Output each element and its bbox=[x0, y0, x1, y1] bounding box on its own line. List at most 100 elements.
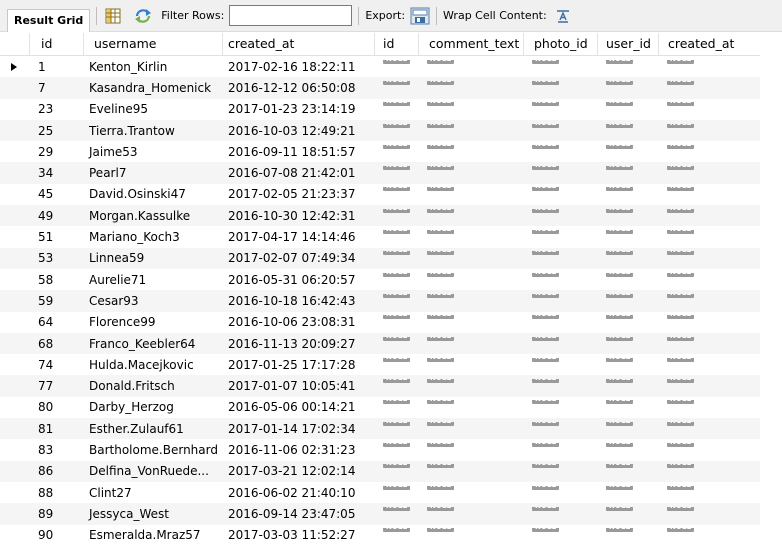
cell-comment-text[interactable]: NULL bbox=[419, 187, 524, 201]
cell-photo-id[interactable]: NULL bbox=[524, 230, 598, 244]
cell-created-at-2[interactable]: NULL bbox=[659, 208, 739, 223]
cell-id-2[interactable]: NULL bbox=[375, 400, 419, 414]
table-row[interactable]: 81Esther.Zulauf612017-01-14 17:02:34 NULL… bbox=[0, 418, 760, 440]
cell-created-at-2[interactable]: NULL bbox=[659, 315, 739, 329]
cell-created-at-2[interactable]: NULL bbox=[659, 379, 739, 393]
table-row[interactable]: 88Clint272016-06-02 21:40:10 NULL NULL NULL… bbox=[0, 482, 760, 503]
cell-comment-text[interactable]: NULL bbox=[419, 442, 524, 457]
table-row[interactable]: 64Florence992016-10-06 23:08:31 NULL NULL N… bbox=[0, 312, 760, 333]
cell-id[interactable]: 53 bbox=[30, 251, 84, 265]
cell-comment-text[interactable]: NULL bbox=[419, 251, 524, 265]
cell-id[interactable]: 88 bbox=[30, 486, 84, 500]
table-row[interactable]: 89Jessyca_West2016-09-14 23:47:05 NULL NUL… bbox=[0, 503, 760, 525]
cell-user-id[interactable]: NULL bbox=[598, 208, 659, 223]
column-header-id[interactable]: id bbox=[30, 33, 84, 55]
cell-created-at-2[interactable]: NULL bbox=[659, 166, 739, 180]
cell-created-at[interactable]: 2017-01-07 10:05:41 bbox=[223, 379, 375, 393]
cell-id-2[interactable]: NULL bbox=[375, 421, 419, 436]
cell-id[interactable]: 77 bbox=[30, 379, 84, 393]
cell-id[interactable]: 86 bbox=[30, 464, 84, 478]
cell-user-id[interactable]: NULL bbox=[598, 293, 659, 308]
cell-comment-text[interactable]: NULL bbox=[419, 315, 524, 329]
cell-user-id[interactable]: NULL bbox=[598, 187, 659, 201]
cell-id-2[interactable]: NULL bbox=[375, 166, 419, 180]
cell-photo-id[interactable]: NULL bbox=[524, 506, 598, 521]
cell-created-at-2[interactable]: NULL bbox=[659, 485, 739, 500]
cell-created-at[interactable]: 2017-03-03 11:52:27 bbox=[223, 528, 375, 542]
cell-created-at[interactable]: 2017-02-16 18:22:11 bbox=[223, 60, 375, 74]
cell-comment-text[interactable]: NULL bbox=[419, 421, 524, 436]
table-row[interactable]: 83 Bartholome.Bernhard 2016-11-06 02:31:23… bbox=[0, 439, 760, 460]
grid-view-button[interactable] bbox=[103, 6, 123, 26]
cell-created-at-2[interactable]: NULL bbox=[659, 400, 739, 414]
cell-created-at[interactable]: 2016-11-13 20:09:27 bbox=[223, 337, 375, 351]
cell-comment-text[interactable]: NULL bbox=[419, 379, 524, 393]
table-row[interactable]: 86 Delfina_VonRuede... 2017-03-21 12:02:14… bbox=[0, 460, 760, 482]
cell-created-at[interactable]: 2016-07-08 21:42:01 bbox=[223, 166, 375, 180]
cell-created-at-2[interactable]: NULL bbox=[659, 293, 739, 308]
table-row[interactable]: 45David.Osinski472017-02-05 21:23:37 NULL… bbox=[0, 184, 760, 205]
table-row[interactable]: 7Kasandra_Homenick2016-12-12 06:50:08 NUL… bbox=[0, 77, 760, 99]
cell-photo-id[interactable]: NULL bbox=[524, 357, 598, 372]
cell-id-2[interactable]: NULL bbox=[375, 336, 419, 351]
table-row[interactable]: 34Pearl72016-07-08 21:42:01 NULL NULL NULL N… bbox=[0, 162, 760, 184]
cell-created-at-2[interactable]: NULL bbox=[659, 464, 739, 478]
cell-created-at-2[interactable]: NULL bbox=[659, 80, 739, 95]
cell-username[interactable]: Tierra.Trantow bbox=[84, 124, 223, 138]
cell-photo-id[interactable]: NULL bbox=[524, 80, 598, 95]
cell-username[interactable]: Linnea59 bbox=[84, 251, 223, 265]
cell-created-at-2[interactable]: NULL bbox=[659, 123, 739, 138]
row-selector[interactable] bbox=[0, 60, 30, 74]
table-row[interactable]: 1Kenton_Kirlin2017-02-16 18:22:11 NULL NUL… bbox=[0, 56, 760, 77]
refresh-button[interactable] bbox=[133, 6, 153, 26]
cell-id[interactable]: 59 bbox=[30, 294, 84, 308]
cell-comment-text[interactable]: NULL bbox=[419, 102, 524, 116]
cell-comment-text[interactable]: NULL bbox=[419, 230, 524, 244]
cell-username[interactable]: David.Osinski47 bbox=[84, 187, 223, 201]
cell-created-at-2[interactable]: NULL bbox=[659, 102, 739, 116]
cell-comment-text[interactable]: NULL bbox=[419, 123, 524, 138]
cell-username[interactable]: Bartholome.Bernhard bbox=[84, 443, 223, 457]
cell-created-at-2[interactable]: NULL bbox=[659, 230, 739, 244]
cell-id[interactable]: 68 bbox=[30, 337, 84, 351]
cell-id-2[interactable]: NULL bbox=[375, 272, 419, 287]
cell-id-2[interactable]: NULL bbox=[375, 251, 419, 265]
cell-comment-text[interactable]: NULL bbox=[419, 272, 524, 287]
cell-username[interactable]: Cesar93 bbox=[84, 294, 223, 308]
column-header-username[interactable]: username bbox=[84, 33, 223, 55]
cell-id[interactable]: 23 bbox=[30, 102, 84, 116]
cell-id[interactable]: 89 bbox=[30, 507, 84, 521]
cell-created-at[interactable]: 2017-01-23 23:14:19 bbox=[223, 102, 375, 116]
cell-comment-text[interactable]: NULL bbox=[419, 293, 524, 308]
cell-id-2[interactable]: NULL bbox=[375, 123, 419, 138]
cell-created-at-2[interactable]: NULL bbox=[659, 421, 739, 436]
cell-id-2[interactable]: NULL bbox=[375, 208, 419, 223]
cell-id-2[interactable]: NULL bbox=[375, 230, 419, 244]
cell-photo-id[interactable]: NULL bbox=[524, 421, 598, 436]
cell-created-at[interactable]: 2016-09-11 18:51:57 bbox=[223, 145, 375, 159]
cell-id-2[interactable]: NULL bbox=[375, 59, 419, 74]
cell-created-at-2[interactable]: NULL bbox=[659, 59, 739, 74]
cell-id-2[interactable]: NULL bbox=[375, 379, 419, 393]
cell-username[interactable]: Kenton_Kirlin bbox=[84, 60, 223, 74]
cell-id-2[interactable]: NULL bbox=[375, 506, 419, 521]
cell-created-at-2[interactable]: NULL bbox=[659, 442, 739, 457]
table-row[interactable]: 51Mariano_Koch32017-04-17 14:14:46 NULL NU… bbox=[0, 226, 760, 247]
cell-photo-id[interactable]: NULL bbox=[524, 187, 598, 201]
cell-id[interactable]: 34 bbox=[30, 166, 84, 180]
cell-id[interactable]: 49 bbox=[30, 209, 84, 223]
table-row[interactable]: 53Linnea592017-02-07 07:49:34 NULL NULL NUL… bbox=[0, 247, 760, 269]
cell-username[interactable]: Kasandra_Homenick bbox=[84, 81, 223, 95]
cell-comment-text[interactable]: NULL bbox=[419, 166, 524, 180]
cell-username[interactable]: Pearl7 bbox=[84, 166, 223, 180]
column-header-comment-text[interactable]: comment_text bbox=[419, 33, 524, 55]
cell-created-at[interactable]: 2016-05-31 06:20:57 bbox=[223, 273, 375, 287]
cell-created-at[interactable]: 2016-10-30 12:42:31 bbox=[223, 209, 375, 223]
cell-user-id[interactable]: NULL bbox=[598, 251, 659, 265]
cell-id-2[interactable]: NULL bbox=[375, 442, 419, 457]
filter-rows-input[interactable] bbox=[229, 5, 353, 26]
cell-photo-id[interactable]: NULL bbox=[524, 464, 598, 478]
cell-user-id[interactable]: NULL bbox=[598, 80, 659, 95]
column-header-photo-id[interactable]: photo_id bbox=[524, 33, 598, 55]
cell-id-2[interactable]: NULL bbox=[375, 80, 419, 95]
